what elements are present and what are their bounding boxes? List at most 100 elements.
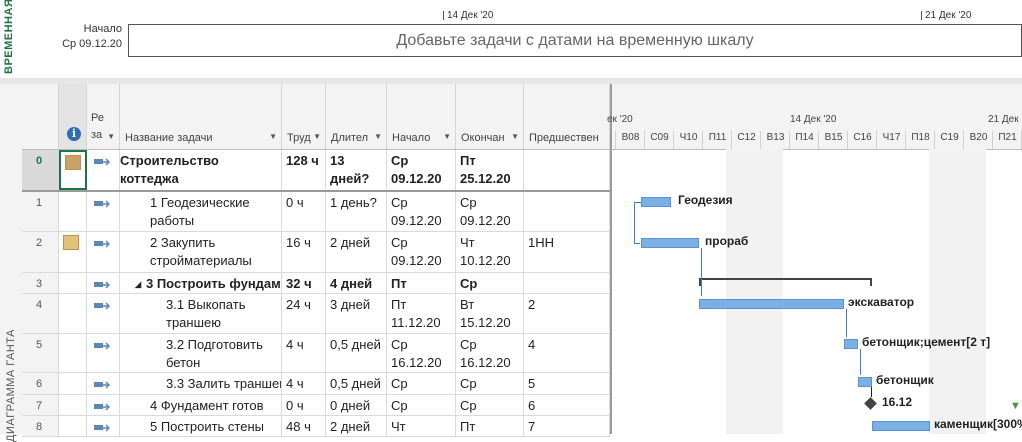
cell-name[interactable]: 1 Геодезические работы [120,192,282,231]
cell-name[interactable]: 3.2 Подготовить бетон [120,334,282,372]
cell-duration[interactable]: 0,5 дней [326,334,387,372]
cell-name[interactable]: 2 Закупить стройматериалы [120,232,282,272]
gantt-bar[interactable] [699,299,844,309]
cell-finish[interactable]: Пт 18.12.20 [456,416,524,436]
table-row[interactable]: 0 ◢Строительство коттеджа128 ч13 дней?Ср … [22,150,610,192]
cell-start[interactable]: Ср 09.12.20 [387,232,456,272]
cell-finish[interactable]: Чт 10.12.20 [456,232,524,272]
indicator-cell[interactable] [59,416,87,436]
cell-name[interactable]: 5 Построить стены [120,416,282,436]
cell-work[interactable]: 48 ч [282,416,326,436]
timeline-bar[interactable]: Добавьте задачи с датами на временную шк… [128,24,1022,57]
task-mode-cell[interactable] [87,232,120,272]
row-id-cell[interactable]: 7 [22,395,59,415]
task-mode-cell[interactable] [87,395,120,415]
cell-pred[interactable] [524,150,610,190]
cell-pred[interactable] [524,192,610,231]
cell-finish[interactable]: Ср 09.12.20 [456,192,524,231]
cell-start[interactable]: Чт 17.12.20 [387,416,456,436]
cell-name[interactable]: ◢ 3 Построить фундам [120,273,282,293]
cell-finish[interactable]: Ср 16.12.20 [456,334,524,372]
cell-finish[interactable]: Пт 25.12.20 [456,150,524,190]
cell-start[interactable]: Пт 11.12.20 [387,273,456,293]
cell-pred[interactable]: 4 [524,334,610,372]
indicator-cell[interactable] [59,373,87,394]
cell-work[interactable]: 0 ч [282,192,326,231]
summary-bar[interactable] [699,278,872,280]
gantt-chart[interactable]: ек '20 14 Дек '20 21 Дек В08 С09 Ч10 П11 С12… [607,84,1022,434]
table-row[interactable]: 63.3 Залить траншеи4 ч0,5 днейСр 16.12.2… [22,373,610,395]
gantt-bar[interactable] [872,421,930,431]
cell-duration[interactable]: 1 день? [326,192,387,231]
indicator-cell[interactable] [59,232,87,272]
cell-duration[interactable]: 0 дней [326,395,387,415]
row-id-cell[interactable]: 1 [22,192,59,231]
cell-name[interactable]: 4 Фундамент готов [120,395,282,415]
cell-start[interactable]: Ср 16.12.20 [387,395,456,415]
column-header-duration[interactable]: Длител ▼ [326,84,387,149]
cell-start[interactable]: Ср 09.12.20 [387,150,456,190]
task-mode-cell[interactable] [87,416,120,436]
cell-start[interactable]: Ср 09.12.20 [387,192,456,231]
cell-name[interactable]: 3.3 Залить траншеи [120,373,282,394]
cell-start[interactable]: Пт 11.12.20 [387,294,456,333]
cell-work[interactable]: 4 ч [282,373,326,394]
indicator-cell[interactable] [59,150,87,190]
gantt-bar[interactable] [641,197,671,207]
cell-finish[interactable]: Ср 16.12.20 [456,273,524,293]
cell-start[interactable]: Ср 16.12.20 [387,334,456,372]
cell-start[interactable]: Ср 16.12.20 [387,373,456,394]
task-mode-cell[interactable] [87,334,120,372]
column-header-start[interactable]: Начало ▼ [387,84,456,149]
row-id-cell[interactable]: 3 [22,273,59,293]
table-row[interactable]: 4 3.1 Выкопать траншею 24 ч3 дней Пт 11.12.… [22,294,610,334]
cell-duration[interactable]: 2 дней [326,232,387,272]
indicator-cell[interactable] [59,334,87,372]
cell-finish[interactable]: Ср 16.12.20 [456,373,524,394]
table-row[interactable]: 3 ◢3 Построить фундам32 ч4 днейПт 11.12.2… [22,273,610,294]
column-header-name[interactable]: Название задачи ▼ [120,84,282,149]
row-id-cell[interactable]: 2 [22,232,59,272]
note-icon[interactable] [63,235,79,250]
table-row[interactable]: 5 3.2 Подготовить бетон 4 ч 0,5 дней Ср 16.1… [22,334,610,373]
task-mode-cell[interactable] [87,373,120,394]
gantt-bar[interactable] [641,238,699,248]
cell-pred[interactable]: 1НН [524,232,610,272]
gantt-bar[interactable] [844,339,858,349]
task-mode-cell[interactable] [87,192,120,231]
cell-work[interactable]: 16 ч [282,232,326,272]
milestone-diamond[interactable] [864,397,877,410]
column-header-mode[interactable]: Ре за ▼ [87,84,120,149]
cell-work[interactable]: 0 ч [282,395,326,415]
table-row[interactable]: 74 Фундамент готов0 ч0 днейСр 16.12.20Ср… [22,395,610,416]
cell-work[interactable]: 4 ч [282,334,326,372]
row-id-cell[interactable]: 4 [22,294,59,333]
cell-duration[interactable]: 2 дней [326,416,387,436]
row-id-cell[interactable]: 5 [22,334,59,372]
cell-pred[interactable]: 2 [524,294,610,333]
column-header-predecessors[interactable]: Предшествен [524,84,610,149]
note-icon[interactable] [65,155,81,170]
cell-pred[interactable]: 7 [524,416,610,436]
indicator-cell[interactable] [59,395,87,415]
task-mode-cell[interactable] [87,150,120,190]
cell-work[interactable]: 128 ч [282,150,326,190]
indicator-cell[interactable] [59,192,87,231]
cell-work[interactable]: 24 ч [282,294,326,333]
row-id-cell[interactable]: 8 [22,416,59,436]
cell-duration[interactable]: 4 дней [326,273,387,293]
cell-finish[interactable]: Ср 16.12.20 [456,395,524,415]
cell-name[interactable]: ◢Строительство коттеджа [120,150,282,190]
indicator-cell[interactable] [59,294,87,333]
cell-pred[interactable]: 5 [524,373,610,394]
indicator-cell[interactable] [59,273,87,293]
row-id-cell[interactable]: 6 [22,373,59,394]
table-row[interactable]: 2 2 Закупить стройматериалы 16 ч2 дней Ср 0… [22,232,610,273]
select-all-corner[interactable] [22,84,59,149]
cell-duration[interactable]: 3 дней [326,294,387,333]
cell-finish[interactable]: Вт 15.12.20 [456,294,524,333]
collapse-icon[interactable]: ◢ [135,276,141,293]
row-id-cell[interactable]: 0 [22,150,59,190]
column-header-info[interactable]: i [59,84,87,149]
column-header-work[interactable]: Труд ▼ [282,84,326,149]
